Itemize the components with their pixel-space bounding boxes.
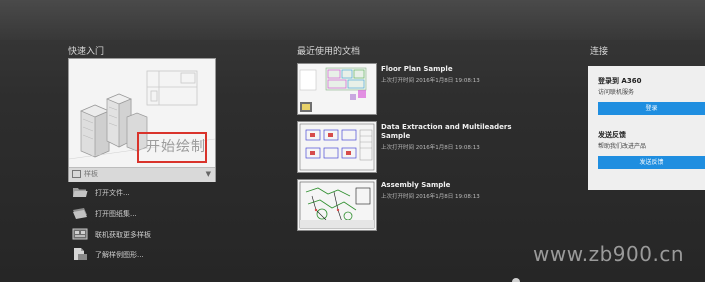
template-label: 样板	[84, 170, 98, 178]
watermark: www.zb900.cn	[533, 242, 684, 266]
page-indicator[interactable]	[512, 278, 520, 282]
open-file-label: 打开文件...	[95, 189, 130, 197]
recent-document-item[interactable]: Floor Plan Sample 上次打开时间 2016年1月8日 19:08…	[297, 63, 537, 115]
recent-document-date: 上次打开时间 2016年1月8日 19:08:13	[381, 78, 480, 84]
folder-open-icon	[73, 188, 88, 197]
recent-document-name: Data Extraction and Multileaders Sample	[381, 123, 512, 140]
assembly-thumbnail	[297, 179, 377, 231]
recent-document-date: 上次打开时间 2016年1月8日 19:08:13	[381, 145, 480, 151]
connect-title: 连接	[590, 47, 609, 57]
recent-document-item[interactable]: Assembly Sample 上次打开时间 2016年1月8日 19:08:1…	[297, 179, 537, 231]
template-icon	[72, 170, 81, 178]
send-feedback-button[interactable]: 发送反馈	[598, 156, 705, 169]
recent-document-name: Assembly Sample	[381, 181, 451, 189]
signin-subtitle: 访问联机服务	[598, 89, 635, 96]
top-bar	[0, 0, 705, 40]
sample-drawings-label: 了解样例图形...	[95, 251, 144, 259]
online-templates-icon	[72, 228, 88, 240]
connect-panel: 登录到 A360 访问联机服务 登录 发送反馈 帮助我们改进产品 发送反馈	[588, 66, 705, 190]
open-sheet-set-label: 打开图纸集...	[95, 210, 137, 218]
feedback-subtitle: 帮助我们改进产品	[598, 143, 647, 150]
quick-start-title: 快速入门	[68, 47, 105, 57]
data-extraction-thumbnail	[297, 121, 377, 173]
sample-drawings-icon	[74, 248, 87, 260]
feedback-title: 发送反馈	[598, 131, 626, 139]
recent-document-name: Floor Plan Sample	[381, 65, 453, 73]
recent-document-date: 上次打开时间 2016年1月8日 19:08:13	[381, 194, 480, 200]
online-templates-label: 联机获取更多样板	[95, 231, 151, 239]
floor-plan-thumbnail	[297, 63, 377, 115]
recent-documents-title: 最近使用的文档	[297, 47, 361, 57]
chevron-down-icon: ▼	[205, 170, 211, 178]
recent-document-item[interactable]: Data Extraction and Multileaders Sample …	[297, 121, 537, 173]
sheet-set-icon	[73, 208, 87, 219]
signin-title: 登录到 A360	[598, 77, 642, 85]
signin-button[interactable]: 登录	[598, 102, 705, 115]
start-drawing-card[interactable]: 开始绘制 样板 ▼	[68, 58, 216, 182]
start-drawing-label: 开始绘制	[146, 139, 206, 155]
template-dropdown[interactable]: 样板 ▼	[69, 167, 215, 182]
